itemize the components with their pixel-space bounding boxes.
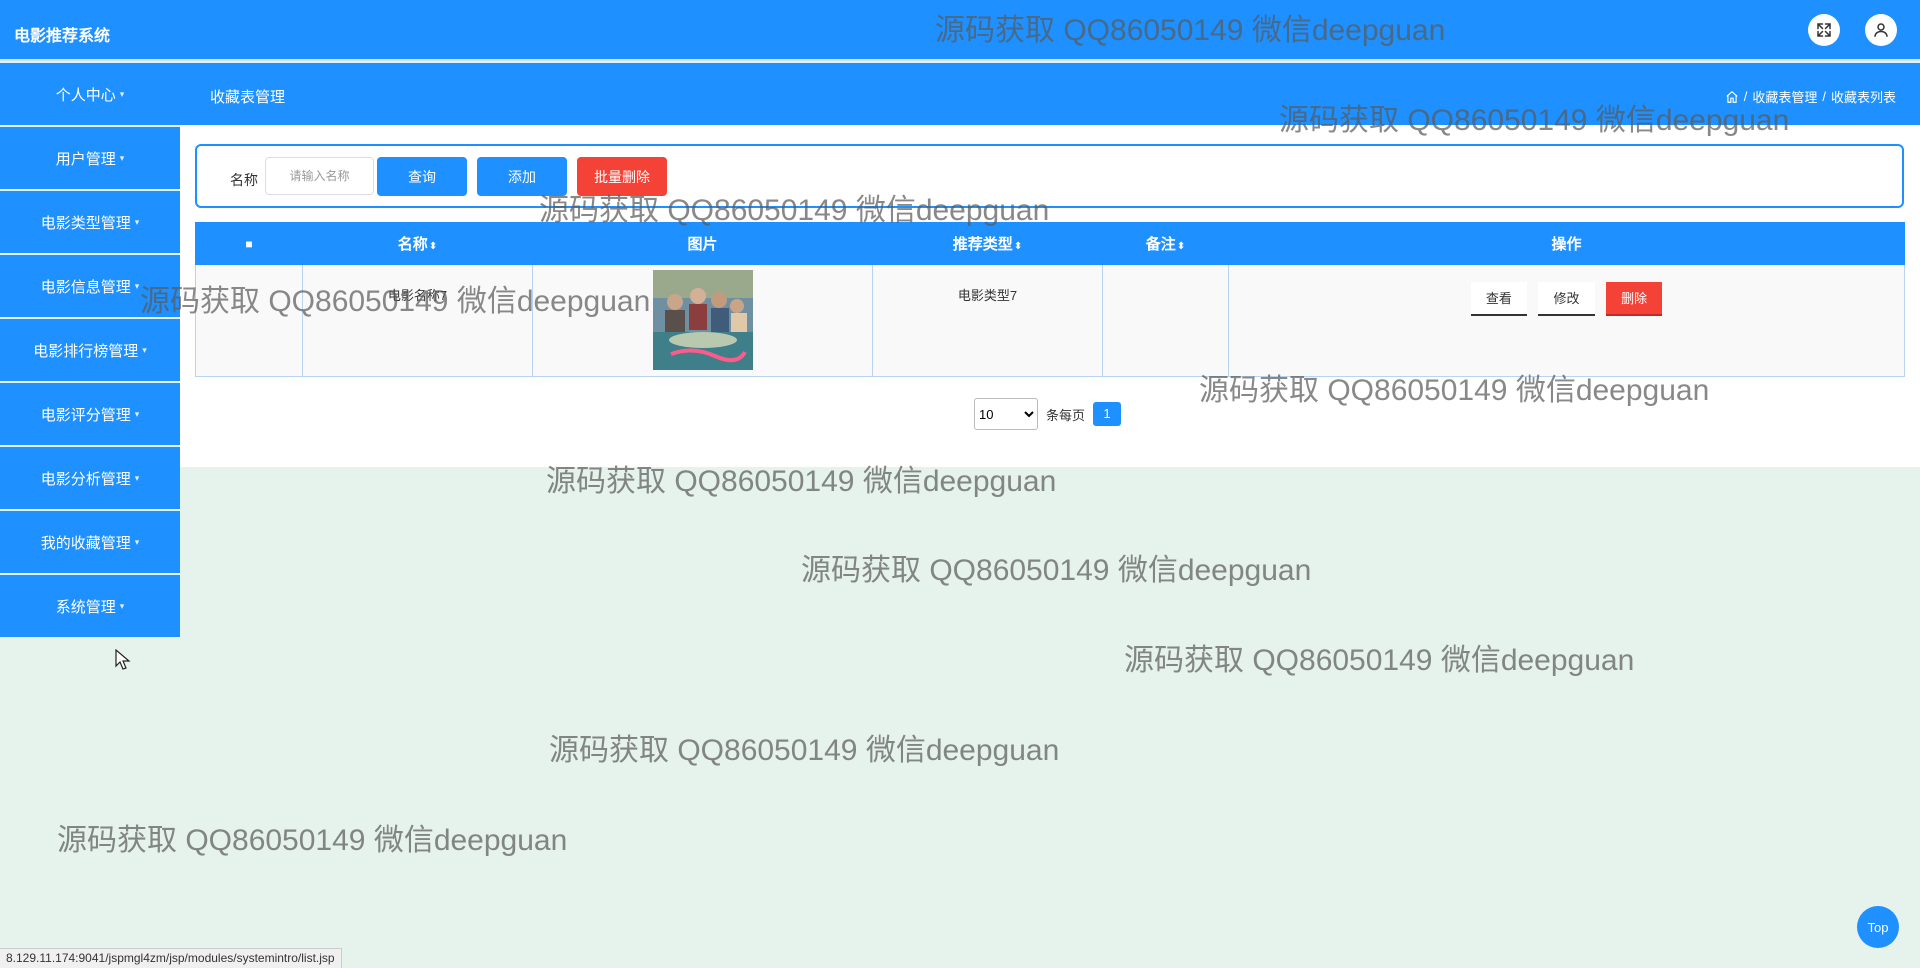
column-header-remark[interactable]: 备注⬍	[1102, 222, 1229, 265]
add-button[interactable]: 添加	[477, 157, 567, 196]
sidebar-item-label: 电影类型管理	[40, 214, 131, 232]
watermark-text: 源码获取 QQ86050149 微信deepguan	[57, 824, 568, 857]
table-header-row: ■ 名称⬍ 图片 推荐类型⬍ 备注⬍ 操作	[195, 222, 1905, 265]
breadcrumb-item-list: 收藏表列表	[1830, 90, 1896, 105]
movie-poster-image	[652, 270, 753, 370]
caret-down-icon: ▾	[134, 280, 140, 291]
caret-down-icon: ▾	[119, 88, 125, 99]
user-icon[interactable]	[1865, 14, 1897, 46]
batch-delete-button[interactable]: 批量删除	[577, 157, 667, 196]
cell-actions: 查看 修改 删除	[1228, 264, 1905, 377]
column-header-actions: 操作	[1228, 222, 1905, 265]
app-title: 电影推荐系统	[14, 28, 111, 45]
cell-image	[532, 264, 873, 377]
table-row: 电影名称7 电影类型7 查看 修改 删除	[195, 264, 1905, 377]
sidebar-item-favorites[interactable]: 我的收藏管理 ▾	[0, 511, 180, 573]
page-number-button[interactable]: 1	[1093, 402, 1122, 426]
column-header-type[interactable]: 推荐类型⬍	[872, 222, 1103, 265]
sidebar-item-label: 电影评分管理	[40, 406, 131, 424]
sort-icon[interactable]: ⬍	[1014, 241, 1022, 252]
sidebar: 个人中心 ▾ 用户管理 ▾ 电影类型管理 ▾ 电影信息管理 ▾ 电影排行榜管理 ▾ 电影评…	[0, 63, 180, 639]
page-size-select[interactable]: 10	[974, 398, 1038, 430]
cell-remark	[1102, 264, 1229, 377]
cell-type: 电影类型7	[872, 264, 1103, 377]
sidebar-item-label: 电影信息管理	[40, 278, 131, 296]
main-content: 名称 查询 添加 批量删除 ■ 名称⬍ 图片 推荐类型⬍ 备注⬍ 操作 电影名称…	[180, 125, 1920, 467]
row-checkbox-cell[interactable]	[195, 264, 303, 377]
caret-down-icon: ▾	[134, 216, 140, 227]
sidebar-item-label: 系统管理	[55, 598, 116, 616]
cell-name: 电影名称7	[302, 264, 533, 377]
sidebar-item-movie-info[interactable]: 电影信息管理 ▾	[0, 255, 180, 317]
column-header-name[interactable]: 名称⬍	[302, 222, 533, 265]
caret-down-icon: ▾	[134, 472, 140, 483]
sidebar-item-movie-types[interactable]: 电影类型管理 ▾	[0, 191, 180, 253]
back-to-top-button[interactable]: Top	[1857, 906, 1899, 948]
sidebar-item-users[interactable]: 用户管理 ▾	[0, 127, 180, 189]
sidebar-item-rankings[interactable]: 电影排行榜管理 ▾	[0, 319, 180, 381]
query-button[interactable]: 查询	[377, 157, 467, 196]
view-button[interactable]: 查看	[1470, 282, 1527, 316]
breadcrumb: / 收藏表管理 / 收藏表列表	[1725, 87, 1896, 106]
edit-button[interactable]: 修改	[1538, 282, 1595, 316]
sidebar-item-label: 电影分析管理	[40, 470, 131, 488]
breadcrumb-item-favorites[interactable]: 收藏表管理	[1752, 87, 1817, 106]
top-header: 电影推荐系统	[0, 0, 1920, 61]
fullscreen-icon[interactable]	[1808, 14, 1840, 46]
favorites-table: ■ 名称⬍ 图片 推荐类型⬍ 备注⬍ 操作 电影名称7 电影类型7 查看 修改 …	[195, 222, 1905, 377]
watermark-text: 源码获取 QQ86050149 微信deepguan	[549, 734, 1060, 767]
caret-down-icon: ▾	[119, 600, 125, 611]
sidebar-item-analysis[interactable]: 电影分析管理 ▾	[0, 447, 180, 509]
delete-button[interactable]: 删除	[1606, 282, 1663, 316]
status-bar-url: 8.129.11.174:9041/jspmgl4zm/jsp/modules/…	[0, 948, 342, 968]
watermark-text: 源码获取 QQ86050149 微信deepguan	[801, 554, 1312, 587]
sort-icon[interactable]: ⬍	[429, 241, 437, 252]
search-input[interactable]	[265, 157, 374, 195]
search-label: 名称	[230, 172, 258, 188]
column-header-image: 图片	[532, 222, 873, 265]
caret-down-icon: ▾	[134, 408, 140, 419]
sidebar-item-system[interactable]: 系统管理 ▾	[0, 575, 180, 637]
nav-bar: 收藏表管理 / 收藏表管理 / 收藏表列表	[0, 63, 1920, 125]
mouse-cursor-icon	[115, 649, 131, 670]
watermark-text: 源码获取 QQ86050149 微信deepguan	[1124, 644, 1635, 677]
sidebar-item-label: 个人中心	[55, 86, 116, 104]
breadcrumb-sep: /	[1822, 89, 1826, 104]
breadcrumb-sep: /	[1743, 89, 1748, 104]
sidebar-item-ratings[interactable]: 电影评分管理 ▾	[0, 383, 180, 445]
search-panel: 名称 查询 添加 批量删除	[195, 144, 1904, 208]
per-page-label: 条每页	[1046, 407, 1086, 423]
sidebar-item-personal-center[interactable]: 个人中心 ▾	[0, 63, 180, 125]
caret-down-icon: ▾	[142, 344, 147, 355]
page-title: 收藏表管理	[210, 89, 286, 106]
sidebar-item-label: 电影排行榜管理	[33, 342, 139, 360]
home-icon[interactable]	[1725, 90, 1739, 104]
caret-down-icon: ▾	[134, 536, 140, 547]
sort-icon[interactable]: ⬍	[1177, 241, 1185, 252]
sidebar-item-label: 我的收藏管理	[40, 534, 131, 552]
pagination: 10 条每页 1	[974, 398, 1122, 430]
caret-down-icon: ▾	[119, 152, 125, 163]
sidebar-item-label: 用户管理	[55, 150, 116, 168]
select-all-checkbox[interactable]: ■	[195, 222, 303, 265]
